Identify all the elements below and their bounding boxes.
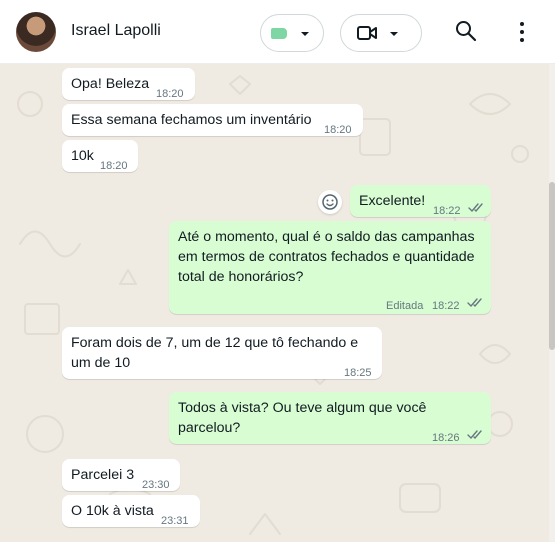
message-time: 18:26 [432,432,460,444]
message-text: Até o momento, qual é o saldo das campan… [178,229,475,285]
message-time: 18:20 [156,88,184,100]
chevron-down-icon [390,32,398,36]
incoming-message[interactable]: 10k 18:20 [62,140,138,172]
label-tag-icon [271,28,287,39]
outgoing-message[interactable]: Todos à vista? Ou teve algum que você pa… [169,392,491,444]
menu-dots-icon[interactable] [512,20,532,44]
message-text: O 10k à vista [71,503,154,519]
outgoing-message[interactable]: Excelente! 18:22 [350,185,491,217]
message-time: 18:20 [100,160,128,172]
label-dropdown-button[interactable] [260,14,324,52]
message-text: Todos à vista? Ou teve algum que você pa… [178,400,427,436]
message-time: 23:31 [161,515,189,527]
message-time: 18:20 [324,124,352,136]
incoming-message[interactable]: Opa! Beleza 18:20 [62,68,195,100]
message-text: Essa semana fechamos um inventário [71,112,312,128]
message-time: 18:22 [432,300,460,312]
chat-header: Israel Lapolli [0,0,555,64]
incoming-message[interactable]: Essa semana fechamos um inventário 18:20 [62,104,363,136]
contact-avatar[interactable] [16,12,56,52]
video-call-dropdown-button[interactable] [340,14,422,52]
outgoing-message[interactable]: Até o momento, qual é o saldo das campan… [169,221,491,314]
message-text: Parcelei 3 [71,467,135,483]
message-edited-label: Editada [386,300,424,312]
double-check-read-icon [467,430,482,440]
scrollbar-thumb[interactable] [549,182,555,350]
chat-scrollbar[interactable] [549,64,555,542]
contact-name[interactable]: Israel Lapolli [71,22,161,40]
message-list[interactable]: Opa! Beleza 18:20 Essa semana fechamos u… [0,64,550,542]
message-text: 10k [71,148,94,164]
message-time: 18:22 [433,205,461,217]
incoming-message[interactable]: Foram dois de 7, um de 12 que tô fechand… [62,327,382,379]
message-time: 18:25 [344,367,372,379]
react-emoji-button[interactable] [318,190,342,214]
smiley-icon [322,194,338,210]
search-icon[interactable] [455,20,477,42]
chevron-down-icon [301,32,309,36]
double-check-read-icon [467,298,482,308]
message-text: Opa! Beleza [71,76,150,92]
message-text: Excelente! [359,193,426,209]
message-time: 23:30 [142,479,170,491]
double-check-read-icon [468,203,483,213]
video-camera-icon [357,26,377,40]
incoming-message[interactable]: Parcelei 3 23:30 [62,459,180,491]
incoming-message[interactable]: O 10k à vista 23:31 [62,495,200,527]
message-text: Foram dois de 7, um de 12 que tô fechand… [71,335,359,371]
